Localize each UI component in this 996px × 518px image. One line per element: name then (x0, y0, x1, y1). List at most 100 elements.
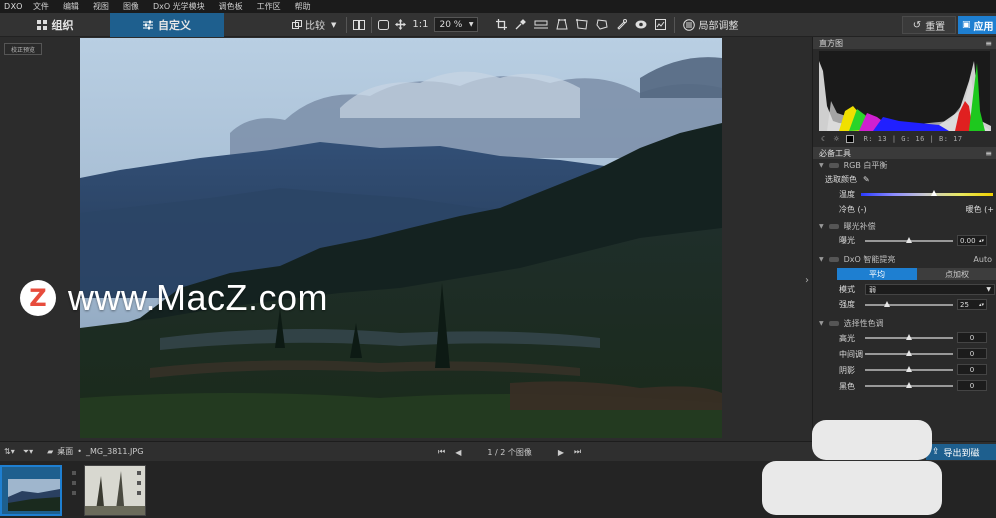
exposure-header[interactable]: ▼ 曝光补偿 (813, 220, 996, 233)
local-adjust-icon (683, 18, 696, 31)
sliders-icon (143, 20, 153, 29)
expand-triangle-icon[interactable]: ▼ (819, 223, 824, 230)
essential-tools-header[interactable]: 必备工具 ≡ (813, 147, 996, 159)
menu-view[interactable]: 视图 (93, 1, 109, 12)
menu-help[interactable]: 帮助 (295, 1, 311, 12)
fit-view-icon[interactable] (378, 19, 390, 30)
repair-brush-icon[interactable] (616, 19, 628, 30)
eye-icon[interactable] (635, 20, 647, 29)
tone-row-midtones: 中间调 0 (813, 346, 996, 362)
exposure-value[interactable]: 0.00 ▴▾ (957, 235, 987, 246)
exposure-toggle[interactable] (828, 224, 839, 229)
perspective-icon[interactable] (556, 19, 569, 30)
selective-tone-toggle[interactable] (828, 321, 839, 326)
mode-uniform-button[interactable]: 平均 (837, 268, 917, 280)
tone-slider[interactable] (865, 350, 953, 356)
tone-knob[interactable] (906, 366, 912, 372)
tab-customize-label: 自定义 (158, 18, 191, 32)
eyedropper-icon[interactable] (515, 19, 527, 30)
local-adjust-button[interactable]: 局部调整 (683, 17, 738, 32)
stepper-icon[interactable]: ▴▾ (979, 238, 984, 244)
selective-tone-header[interactable]: ▼ 选择性色调 (813, 317, 996, 330)
exposure-slider[interactable] (865, 237, 953, 243)
dropdown-icon: ▼ (986, 286, 991, 293)
menu-palettes[interactable]: 调色板 (219, 1, 243, 12)
menu-icon[interactable]: ≡ (985, 39, 992, 48)
temperature-knob[interactable] (930, 190, 937, 196)
compare-dropdown-icon[interactable]: ▼ (331, 21, 336, 29)
move-icon[interactable] (395, 19, 407, 30)
mode-spot-button[interactable]: 点加权 (917, 268, 996, 280)
compare-button[interactable]: 比较 (292, 17, 325, 32)
panel-collapse-icon[interactable]: › (805, 275, 809, 286)
filter-icon[interactable]: ⏷▾ (23, 447, 33, 457)
tab-customize[interactable]: 自定义 (110, 12, 224, 37)
zoom-select[interactable]: 20 % ▼ (434, 17, 479, 32)
stepper-icon[interactable]: ▴▾ (979, 302, 984, 308)
strength-value[interactable]: 25 ▴▾ (957, 299, 987, 310)
menu-file[interactable]: 文件 (33, 1, 49, 12)
sun-icon[interactable]: ☼ (833, 135, 839, 143)
tone-row-blacks: 黑色 0 (813, 378, 996, 394)
reset-button[interactable]: ↺ 重置 (902, 16, 956, 34)
app-logo: DXO (4, 2, 23, 11)
tone-slider[interactable] (865, 366, 953, 372)
temperature-slider[interactable] (861, 190, 993, 196)
mode-label: 模式 (839, 285, 855, 294)
split-view-icon[interactable] (353, 19, 366, 30)
tab-organize-label: 组织 (51, 18, 74, 32)
expand-triangle-icon[interactable]: ▼ (819, 162, 824, 169)
tone-knob[interactable] (906, 382, 912, 388)
menu-optics-modules[interactable]: DxO 光学模块 (153, 1, 205, 12)
menu-edit[interactable]: 编辑 (63, 1, 79, 12)
last-page-icon[interactable]: ⏭ (574, 447, 581, 457)
tone-value[interactable]: 0 (957, 380, 987, 391)
zoom-one-to-one-button[interactable]: 1:1 (412, 19, 428, 30)
smart-lighting-header[interactable]: ▼ DxO 智能提亮 Auto (813, 253, 996, 266)
export-button[interactable]: ⇪ 导出到磁 (926, 444, 996, 460)
tone-slider[interactable] (865, 334, 953, 340)
tone-label: 中间调 (839, 349, 863, 359)
next-page-icon[interactable]: ▶ (558, 448, 564, 457)
eyedropper-icon[interactable]: ✎ (863, 175, 870, 184)
smart-lighting-toggle[interactable] (828, 257, 839, 262)
menu-image[interactable]: 图像 (123, 1, 139, 12)
first-page-icon[interactable]: ⏮ (438, 447, 445, 457)
menu-workspace[interactable]: 工作区 (257, 1, 281, 12)
moire-icon[interactable] (655, 19, 667, 30)
sort-icon[interactable]: ⇅▾ (4, 447, 15, 456)
tone-value[interactable]: 0 (957, 332, 987, 343)
prev-page-icon[interactable]: ◀ (455, 448, 461, 457)
thumbnail-selected[interactable] (0, 465, 62, 516)
main-photo[interactable] (80, 38, 722, 438)
moon-icon[interactable]: ☾ (821, 135, 827, 143)
folder-name[interactable]: 桌面 (57, 446, 73, 457)
tone-value[interactable]: 0 (957, 364, 987, 375)
tone-knob[interactable] (906, 334, 912, 340)
tone-slider[interactable] (865, 382, 953, 388)
expand-triangle-icon[interactable]: ▼ (819, 256, 824, 263)
menu-icon[interactable]: ≡ (985, 149, 992, 158)
crop-icon[interactable] (496, 19, 508, 30)
mode-row: 模式 弱 ▼ (813, 282, 996, 297)
tone-label: 阴影 (839, 365, 855, 375)
tab-organize[interactable]: 组织 (0, 13, 110, 37)
expand-triangle-icon[interactable]: ▼ (819, 320, 824, 327)
before-after-button[interactable]: 校正预览 (4, 43, 42, 55)
tone-knob[interactable] (906, 350, 912, 356)
strength-slider[interactable] (865, 301, 953, 307)
strength-knob[interactable] (884, 301, 890, 307)
polygon-icon[interactable] (596, 19, 609, 30)
white-balance-header[interactable]: ▼ RGB 白平衡 (813, 159, 996, 172)
white-balance-toggle[interactable] (828, 163, 839, 168)
smart-lighting-auto[interactable]: Auto (973, 255, 992, 264)
tone-value[interactable]: 0 (957, 348, 987, 359)
image-viewer: 校正预览 Z www.MacZ.com › (0, 37, 810, 441)
horizon-icon[interactable] (534, 20, 549, 30)
perspective-rect-icon[interactable] (576, 19, 589, 30)
mode-select[interactable]: 弱 ▼ (865, 284, 995, 295)
histogram-header[interactable]: 直方图 ≡ (813, 37, 996, 49)
exposure-knob[interactable] (906, 237, 912, 243)
apply-button[interactable]: ▣ 应用 (958, 16, 996, 34)
black-square-icon[interactable] (845, 135, 854, 143)
